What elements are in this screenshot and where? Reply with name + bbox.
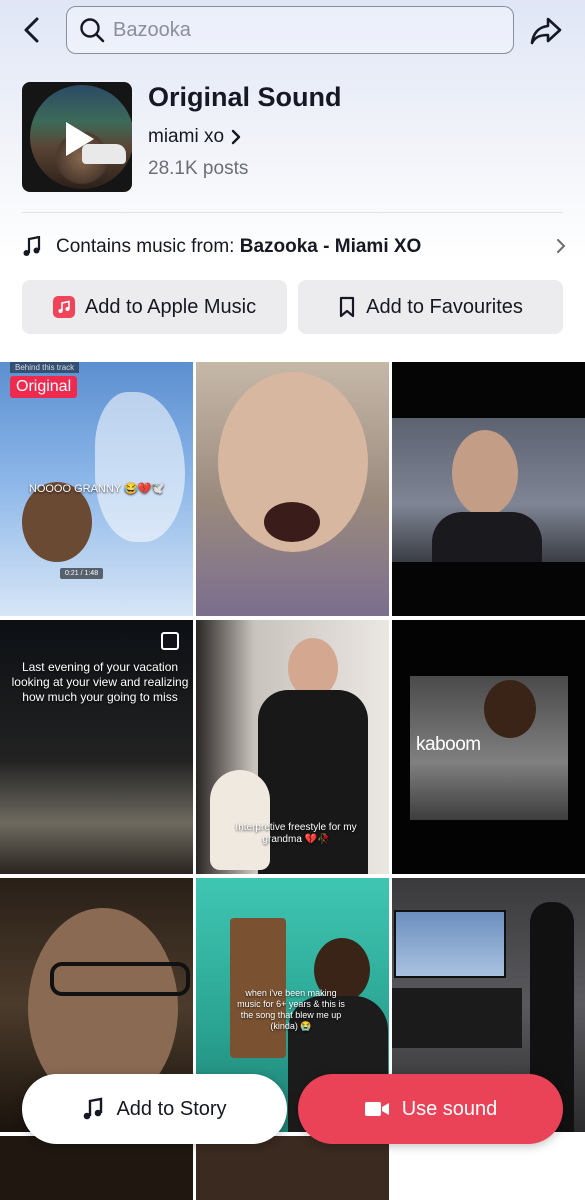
back-arrow-icon (24, 17, 39, 43)
add-to-apple-music-label: Add to Apple Music (84, 295, 257, 318)
music-note-icon (23, 236, 41, 256)
video-thumbnail[interactable]: Interpretive freestyle for my grandma 💔🥀 (196, 620, 389, 874)
add-to-story-label: Add to Story (116, 1097, 227, 1120)
video-caption: Interpretive freestyle for my grandma 💔🥀 (235, 822, 357, 845)
bookmark-icon (340, 296, 355, 318)
video-thumbnail[interactable]: kaboom (392, 620, 585, 874)
music-info-text: Contains music from: Bazooka - Miami XO (56, 236, 421, 258)
back-button[interactable] (14, 12, 50, 48)
add-to-apple-music-button[interactable]: Add to Apple Music (22, 280, 287, 334)
video-caption: kaboom (416, 734, 481, 755)
behind-track-label: Behind this track (10, 362, 80, 373)
thumbnail-body (258, 690, 368, 874)
search-icon (80, 18, 105, 43)
time-chip: 0:21 / 1:48 (60, 568, 104, 579)
posts-count: 28.1K posts (148, 158, 249, 179)
video-thumbnail[interactable] (392, 362, 585, 616)
sound-title: Original Sound (148, 82, 342, 112)
artist-name: miami xo (148, 126, 225, 147)
video-camera-icon (364, 1102, 389, 1116)
thumbnail-glasses (50, 962, 190, 996)
thumbnail-mouth (264, 502, 320, 542)
thumbnail-face (452, 430, 518, 516)
share-icon (530, 17, 562, 45)
video-caption: Last evening of your vacation looking at… (11, 660, 189, 704)
thumbnail-wing (95, 392, 185, 542)
thumbnail-cabinet (392, 988, 522, 1048)
video-thumbnail[interactable]: Last evening of your vacation looking at… (0, 620, 193, 874)
original-badge: Original (10, 376, 78, 398)
use-sound-button[interactable]: Use sound (298, 1074, 563, 1144)
bottom-action-bar: Add to Story Use sound (0, 1074, 585, 1146)
thumbnail-vase (210, 770, 270, 870)
sound-cover[interactable] (22, 82, 132, 192)
music-info-track: Bazooka - Miami XO (239, 236, 422, 257)
thumbnail-suit (432, 512, 542, 562)
add-to-favourites-button[interactable]: Add to Favourites (298, 280, 563, 334)
use-sound-label: Use sound (401, 1097, 498, 1120)
add-to-story-button[interactable]: Add to Story (22, 1074, 287, 1144)
chevron-right-icon (557, 239, 566, 253)
music-info-prefix: Contains music from: (56, 236, 240, 257)
multi-photo-icon (161, 632, 179, 650)
search-bar[interactable] (66, 6, 514, 54)
video-caption: when i've been making music for 6+ years… (237, 988, 345, 1031)
top-bar (0, 0, 585, 62)
apple-music-icon (52, 296, 75, 318)
video-caption: NOOOO GRANNY 😂💔🕊️ (28, 483, 166, 495)
video-thumbnail[interactable] (196, 362, 389, 616)
thumbnail-tv (394, 910, 506, 978)
thumbnail-face (484, 680, 536, 738)
add-to-favourites-label: Add to Favourites (366, 295, 523, 318)
share-button[interactable] (528, 13, 564, 49)
music-info-row[interactable]: Contains music from: Bazooka - Miami XO (22, 228, 567, 266)
divider (22, 212, 563, 213)
video-thumbnail[interactable]: Behind this track Original NOOOO GRANNY … (0, 362, 193, 616)
play-icon[interactable] (66, 122, 94, 156)
chevron-right-icon (231, 129, 241, 145)
thumbnail-face (288, 638, 338, 698)
music-note-icon (84, 1097, 103, 1120)
artist-link[interactable]: miami xo (148, 126, 242, 148)
search-input[interactable] (113, 18, 493, 42)
